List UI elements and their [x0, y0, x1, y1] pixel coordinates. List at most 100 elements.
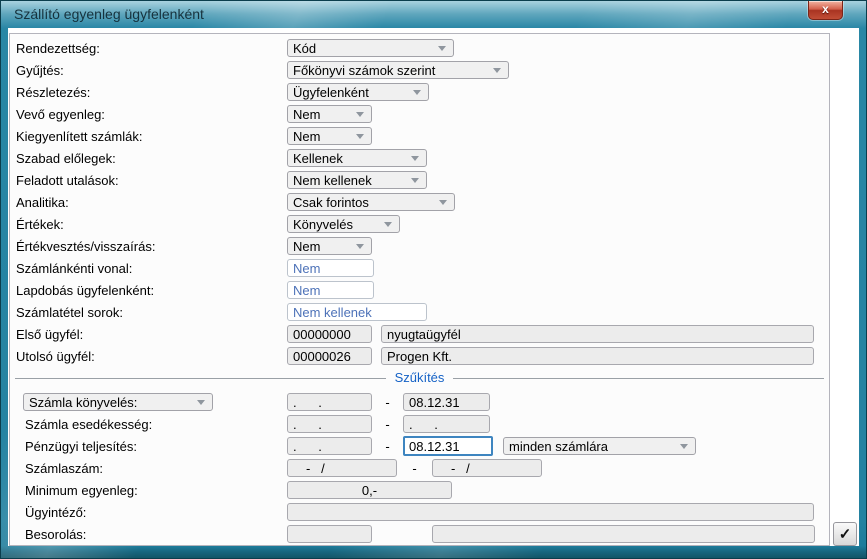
field-value: - / — [451, 460, 470, 476]
field-label: Minimum egyenleg: — [25, 482, 138, 498]
form-row-ertekek: Értékek: Könyvelés — [10, 213, 829, 235]
szamla-konyveles-to-field[interactable]: 08.12.31 — [403, 393, 490, 411]
szukites-divider-label: Szűkítés — [385, 370, 454, 385]
rendezettseg-dropdown[interactable]: Kód — [287, 39, 454, 57]
analitika-dropdown[interactable]: Csak forintos — [287, 193, 455, 211]
field-label: Utolsó ügyfél: — [16, 348, 95, 364]
chevron-down-icon — [411, 156, 419, 161]
field-value: . . — [293, 394, 322, 410]
dialog-title: Szállító egyenleg ügyfelenként — [14, 6, 204, 22]
form-row-utolso-ugyfel: Utolsó ügyfél: 00000026 Progen Kft. — [10, 345, 829, 367]
toggle-value: Nem — [293, 282, 321, 298]
field-label: Analitika: — [16, 194, 69, 210]
szamlaszam-from-field[interactable]: - / — [287, 459, 397, 477]
filter-row-ugyintezo: Ügyintéző: — [10, 501, 829, 523]
range-separator: - — [385, 394, 390, 410]
field-value: Progen Kft. — [387, 348, 453, 364]
filter-row-szamla-esedekesseg: Számla esedékesség: . . - . . — [10, 413, 829, 435]
field-label: Besorolás: — [25, 526, 87, 542]
dropdown-value: Nem kellenek — [293, 172, 372, 188]
szukites-divider: Szűkítés — [10, 367, 829, 391]
minimum-egyenleg-field[interactable]: 0,- — [287, 481, 452, 499]
range-separator: - — [385, 438, 390, 454]
field-label: Számla esedékesség: — [25, 416, 153, 432]
szamlaszam-to-field[interactable]: - / — [432, 459, 542, 477]
utolso-ugyfel-code-field[interactable]: 00000026 — [287, 347, 372, 365]
form-row-analitika: Analitika: Csak forintos — [10, 191, 829, 213]
dialog-window: Szállító egyenleg ügyfelenként x Rendeze… — [0, 0, 867, 559]
penzugyi-teljesites-from-field[interactable]: . . — [287, 437, 372, 455]
dropdown-value: Nem — [293, 128, 321, 144]
besorolas-name-field[interactable] — [432, 525, 815, 543]
field-label: Értékvesztés/visszaírás: — [16, 238, 156, 254]
chevron-down-icon — [413, 90, 421, 95]
dropdown-value: Főkönyvi számok szerint — [293, 62, 436, 78]
chevron-down-icon — [356, 244, 364, 249]
close-button[interactable]: x — [808, 1, 843, 20]
besorolas-code-field[interactable] — [287, 525, 372, 543]
field-label: Első ügyfél: — [16, 326, 84, 342]
szamla-konyveles-dropdown[interactable]: Számla könyvelés: — [23, 393, 213, 411]
filter-row-minimum-egyenleg: Minimum egyenleg: 0,- — [10, 479, 829, 501]
elso-ugyfel-code-field[interactable]: 00000000 — [287, 325, 372, 343]
chevron-down-icon — [439, 200, 447, 205]
dropdown-value: Nem — [293, 106, 321, 122]
utolso-ugyfel-name-field[interactable]: Progen Kft. — [381, 347, 814, 365]
chevron-down-icon — [493, 68, 501, 73]
ertekek-dropdown[interactable]: Könyvelés — [287, 215, 400, 233]
form-row-feladott-utalasok: Feladott utalások: Nem kellenek — [10, 169, 829, 191]
field-label: Lapdobás ügyfelenként: — [16, 282, 155, 298]
field-label: Szabad előlegek: — [16, 150, 116, 166]
field-value: . . — [293, 416, 322, 432]
szabad-elolegek-dropdown[interactable]: Kellenek — [287, 149, 427, 167]
field-label: Pénzügyi teljesítés: — [25, 438, 138, 454]
field-value: 00000000 — [293, 326, 351, 342]
ertekvesztes-dropdown[interactable]: Nem — [287, 237, 372, 255]
szamla-esedekesseg-from-field[interactable]: . . — [287, 415, 372, 433]
field-label: Feladott utalások: — [16, 172, 119, 188]
title-bar: Szállító egyenleg ügyfelenként x — [1, 1, 866, 28]
field-value: - / — [306, 460, 325, 476]
range-separator: - — [385, 416, 390, 432]
chevron-down-icon — [680, 444, 688, 449]
form-row-gyujtes: Gyűjtés: Főkönyvi számok szerint — [10, 59, 829, 81]
szamlankenti-vonal-field[interactable]: Nem — [287, 259, 374, 277]
field-label: Ügyintéző: — [25, 504, 87, 520]
lapdobas-field[interactable]: Nem — [287, 281, 374, 299]
penzugyi-scope-dropdown[interactable]: minden számlára — [503, 437, 696, 455]
reszletezes-dropdown[interactable]: Ügyfelenként — [287, 83, 429, 101]
toggle-value: Nem kellenek — [293, 304, 372, 320]
form-row-elso-ugyfel: Első ügyfél: 00000000 nyugtaügyfél — [10, 323, 829, 345]
szamla-esedekesseg-to-field[interactable]: . . — [403, 415, 490, 433]
field-value: 08.12.31 — [409, 438, 460, 454]
szamlatetel-sorok-field[interactable]: Nem kellenek — [287, 303, 427, 321]
penzugyi-teljesites-to-field[interactable]: 08.12.31 — [403, 436, 493, 456]
field-value: . . — [293, 438, 322, 454]
dropdown-value: Kellenek — [293, 150, 343, 166]
dropdown-value: Csak forintos — [293, 194, 369, 210]
confirm-button[interactable]: ✓ — [833, 522, 857, 546]
feladott-utalasok-dropdown[interactable]: Nem kellenek — [287, 171, 427, 189]
form-row-rendezettseg: Rendezettség: Kód — [10, 37, 829, 59]
dropdown-value: Számla könyvelés: — [29, 394, 138, 410]
chevron-down-icon — [356, 134, 364, 139]
filter-row-besorolas: Besorolás: — [10, 523, 829, 545]
field-label: Kiegyenlített számlák: — [16, 128, 143, 144]
chevron-down-icon — [356, 112, 364, 117]
vevo-egyenleg-dropdown[interactable]: Nem — [287, 105, 372, 123]
field-label: Vevő egyenleg: — [16, 106, 105, 122]
dialog-content: Rendezettség: Kód Gyűjtés: Főkönyvi szám… — [8, 28, 859, 546]
szamla-konyveles-from-field[interactable]: . . — [287, 393, 372, 411]
gyujtes-dropdown[interactable]: Főkönyvi számok szerint — [287, 61, 509, 79]
dropdown-value: Kód — [293, 40, 317, 56]
field-value: . . — [409, 416, 438, 432]
ugyintezo-field[interactable] — [287, 503, 814, 521]
field-label: Számlánkénti vonal: — [16, 260, 133, 276]
form-row-ertekvesztes: Értékvesztés/visszaírás: Nem — [10, 235, 829, 257]
elso-ugyfel-name-field[interactable]: nyugtaügyfél — [381, 325, 814, 343]
field-label: Számlaszám: — [25, 460, 104, 476]
field-label: Rendezettség: — [16, 40, 100, 56]
field-label: Számlatétel sorok: — [16, 304, 123, 320]
toggle-value: Nem — [293, 260, 321, 276]
kiegyenlitett-dropdown[interactable]: Nem — [287, 127, 372, 145]
